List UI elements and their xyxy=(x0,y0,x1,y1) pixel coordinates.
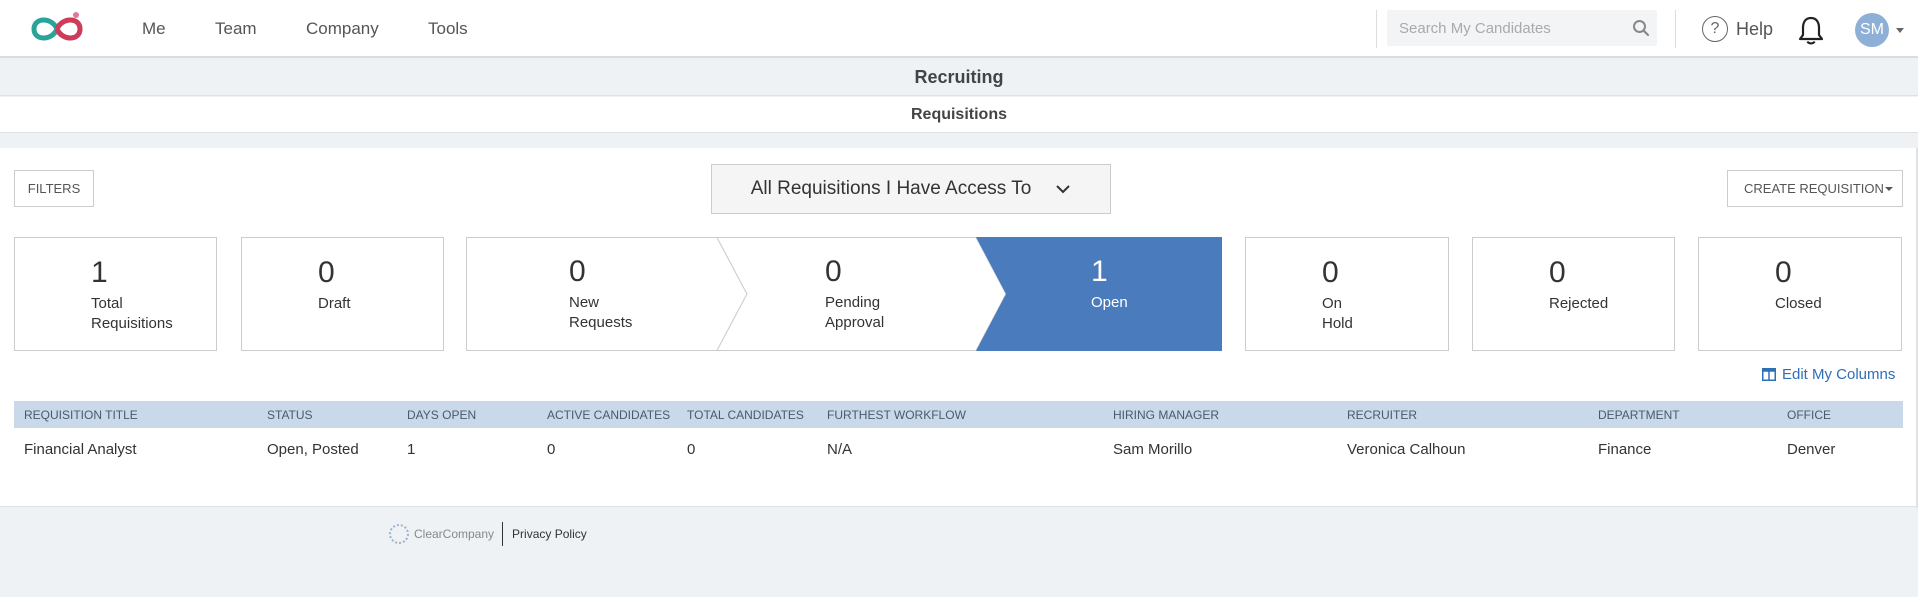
cell-furthest-workflow: N/A xyxy=(827,441,853,458)
help-label: Help xyxy=(1736,18,1774,39)
cell-department: Finance xyxy=(1598,441,1652,458)
stat-card-rejected[interactable]: 0 Rejected xyxy=(1472,237,1675,351)
search-icon[interactable] xyxy=(1632,19,1650,37)
stat-count: 0 xyxy=(1549,256,1566,289)
column-header-active-candidates[interactable]: ACTIVE CANDIDATES xyxy=(547,408,670,422)
search-input[interactable] xyxy=(1387,10,1657,46)
column-header-office[interactable]: OFFICE xyxy=(1787,408,1831,422)
columns-icon xyxy=(1762,368,1776,381)
stat-card-on-hold[interactable]: 0 On Hold xyxy=(1245,237,1449,351)
stat-label: Pending Approval xyxy=(825,294,885,331)
clearcompany-logo-icon xyxy=(389,524,409,544)
create-requisition-label: CREATE REQUISITION xyxy=(1744,181,1884,196)
stat-card-total[interactable]: 1 Total Requisitions xyxy=(14,237,217,351)
stat-label: New Requests xyxy=(569,294,633,331)
clearcompany-brand: ClearCompany xyxy=(414,527,495,541)
chevron-down-icon xyxy=(1056,185,1070,194)
stat-card-pending-approval[interactable]: 0 Pending Approval xyxy=(726,237,986,351)
avatar[interactable]: SM xyxy=(1855,13,1889,47)
stat-card-draft[interactable]: 0 Draft xyxy=(241,237,444,351)
nav-me[interactable]: Me xyxy=(142,19,166,39)
cell-total-candidates: 0 xyxy=(687,441,696,458)
stat-label: Closed xyxy=(1775,295,1822,312)
column-header-hiring-manager[interactable]: HIRING MANAGER xyxy=(1113,408,1219,422)
cell-hiring-manager: Sam Morillo xyxy=(1113,441,1193,458)
help-button[interactable]: ? Help xyxy=(1702,14,1773,44)
stat-label: Total Requisitions xyxy=(91,295,173,332)
help-icon: ? xyxy=(1702,16,1728,42)
stat-count: 0 xyxy=(825,255,842,288)
search-box xyxy=(1376,10,1657,48)
bell-icon[interactable] xyxy=(1796,14,1826,46)
nav-divider xyxy=(1675,10,1676,48)
nav-team[interactable]: Team xyxy=(215,19,257,39)
column-header-department[interactable]: DEPARTMENT xyxy=(1598,408,1680,422)
stat-label: Rejected xyxy=(1549,295,1609,312)
stat-label: Draft xyxy=(318,295,351,312)
page-subtitle: Requisitions xyxy=(0,97,1918,133)
cell-active-candidates: 0 xyxy=(547,441,556,458)
cell-recruiter: Veronica Calhoun xyxy=(1347,441,1466,458)
cell-requisition-title[interactable]: Financial Analyst xyxy=(24,441,137,458)
page-title: Recruiting xyxy=(0,58,1918,96)
stat-count: 0 xyxy=(1322,256,1339,289)
approval-pipeline: 0 New Requests 0 Pending Approval 1 Open xyxy=(466,237,1222,351)
column-header-days-open[interactable]: DAYS OPEN xyxy=(407,408,476,422)
nav-tools[interactable]: Tools xyxy=(428,19,468,39)
stat-count: 0 xyxy=(1775,256,1792,289)
privacy-policy-link[interactable]: Privacy Policy xyxy=(503,527,587,541)
cell-status: Open, Posted xyxy=(267,441,359,458)
column-header-total-candidates[interactable]: TOTAL CANDIDATES xyxy=(687,408,804,422)
edit-columns-link[interactable]: Edit My Columns xyxy=(1762,366,1895,383)
column-header-status[interactable]: STATUS xyxy=(267,408,313,422)
filters-button[interactable]: FILTERS xyxy=(14,170,94,207)
stat-label: On Hold xyxy=(1322,295,1353,332)
cell-office: Denver xyxy=(1787,441,1836,458)
footer: ClearCompany Privacy Policy xyxy=(388,522,587,546)
column-header-recruiter[interactable]: RECRUITER xyxy=(1347,408,1417,422)
stat-count: 1 xyxy=(1091,255,1108,288)
nav-company[interactable]: Company xyxy=(306,19,379,39)
top-navigation: Me Team Company Tools ? Help SM xyxy=(0,0,1918,58)
stat-count: 0 xyxy=(318,256,335,289)
avatar-caret-icon[interactable] xyxy=(1896,28,1904,33)
stat-card-new-requests[interactable]: 0 New Requests xyxy=(466,237,726,351)
stat-count: 0 xyxy=(569,255,586,288)
requisitions-panel: FILTERS All Requisitions I Have Access T… xyxy=(0,148,1918,507)
stat-count: 1 xyxy=(91,256,108,289)
cell-days-open: 1 xyxy=(407,441,416,458)
create-requisition-button[interactable]: CREATE REQUISITION xyxy=(1727,170,1903,207)
table-row[interactable]: Financial Analyst Open, Posted 1 0 0 N/A… xyxy=(14,428,1903,470)
requisition-view-select[interactable]: All Requisitions I Have Access To xyxy=(711,164,1111,214)
caret-down-icon xyxy=(1885,187,1893,191)
table-header: REQUISITION TITLE STATUS DAYS OPEN ACTIV… xyxy=(14,401,1903,428)
clearcompany-logo: ClearCompany xyxy=(388,522,504,546)
section-spacer xyxy=(0,134,1918,148)
stat-card-closed[interactable]: 0 Closed xyxy=(1698,237,1902,351)
column-header-title[interactable]: REQUISITION TITLE xyxy=(24,408,138,422)
stat-card-open[interactable]: 1 Open xyxy=(986,237,1222,351)
infinity-logo-icon[interactable] xyxy=(24,9,90,49)
edit-columns-label: Edit My Columns xyxy=(1782,366,1896,383)
view-select-label: All Requisitions I Have Access To xyxy=(750,178,1032,199)
column-header-furthest-workflow[interactable]: FURTHEST WORKFLOW xyxy=(827,408,966,422)
stat-label: Open xyxy=(1091,294,1128,311)
